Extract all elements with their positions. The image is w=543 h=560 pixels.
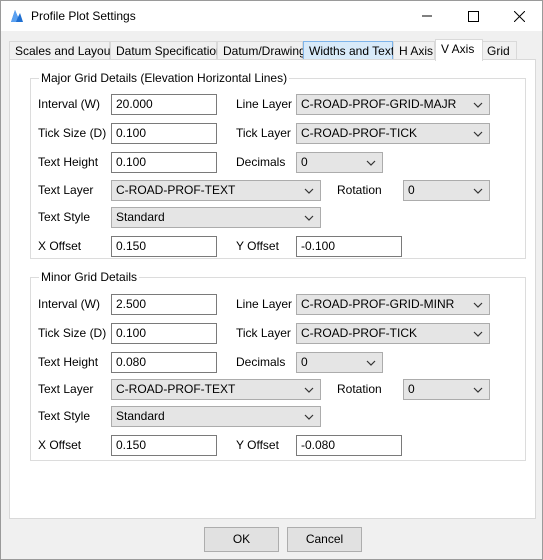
major-x-offset-label: X Offset [38,239,82,253]
chevron-down-icon [366,360,376,366]
major-interval-field[interactable]: 20.000 [111,94,217,115]
chevron-down-icon [473,131,483,137]
major-text-layer-select[interactable]: C-ROAD-PROF-TEXT [111,180,321,201]
chevron-down-icon [366,160,376,166]
minor-tick-layer-value: C-ROAD-PROF-TICK [301,326,417,340]
minor-decimals-value: 0 [301,355,308,369]
minor-line-layer-label: Line Layer [236,297,293,311]
tab-grid[interactable]: Grid [481,41,517,60]
minor-grid-group: Minor Grid Details Interval (W) 2.500 Li… [30,270,526,461]
chevron-down-icon [473,387,483,393]
tab-panel-v-axis: Major Grid Details (Elevation Horizontal… [9,59,536,519]
major-decimals-select[interactable]: 0 [296,152,383,173]
maximize-button[interactable] [450,1,496,31]
chevron-down-icon [473,188,483,194]
minor-grid-legend: Minor Grid Details [39,270,140,284]
minor-rotation-value: 0 [408,382,415,396]
tab-v-axis[interactable]: V Axis [435,39,483,61]
chevron-down-icon [304,387,314,393]
minor-rotation-label: Rotation [337,382,382,396]
close-icon [513,10,525,22]
minor-text-style-value: Standard [116,409,165,423]
tab-h-axis[interactable]: H Axis [393,41,435,60]
chevron-down-icon [473,302,483,308]
major-text-layer-label: Text Layer [38,183,94,197]
tab-scales-and-layout[interactable]: Scales and Layout [9,41,114,60]
major-y-offset-label: Y Offset [236,239,279,253]
major-interval-label: Interval (W) [38,97,101,111]
major-x-offset-field[interactable]: 0.150 [111,236,217,257]
major-tick-size-label: Tick Size (D) [38,126,107,140]
minor-line-layer-select[interactable]: C-ROAD-PROF-GRID-MINR [296,294,490,315]
title-bar: Profile Plot Settings [1,1,542,31]
major-line-layer-value: C-ROAD-PROF-GRID-MAJR [301,97,457,111]
major-text-style-select[interactable]: Standard [111,207,321,228]
major-decimals-value: 0 [301,155,308,169]
major-grid-legend: Major Grid Details (Elevation Horizontal… [39,71,290,85]
minor-interval-label: Interval (W) [38,297,101,311]
major-line-layer-select[interactable]: C-ROAD-PROF-GRID-MAJR [296,94,490,115]
major-rotation-select[interactable]: 0 [403,180,490,201]
major-text-style-value: Standard [116,210,165,224]
major-line-layer-label: Line Layer [236,97,293,111]
minor-tick-size-label: Tick Size (D) [38,326,107,340]
minor-interval-field[interactable]: 2.500 [111,294,217,315]
tab-widths-and-text[interactable]: Widths and Text [303,41,394,60]
minor-tick-layer-select[interactable]: C-ROAD-PROF-TICK [296,323,490,344]
minor-text-layer-label: Text Layer [38,382,94,396]
minor-tick-size-field[interactable]: 0.100 [111,323,217,344]
maximize-icon [467,10,479,22]
major-tick-layer-label: Tick Layer [236,126,291,140]
chevron-down-icon [473,102,483,108]
chevron-down-icon [473,331,483,337]
minor-decimals-select[interactable]: 0 [296,352,383,373]
minor-decimals-label: Decimals [236,355,286,369]
cancel-button[interactable]: Cancel [287,527,362,552]
app-logo-icon [9,8,25,24]
major-text-style-label: Text Style [38,210,91,224]
minor-text-layer-select[interactable]: C-ROAD-PROF-TEXT [111,379,321,400]
window-title: Profile Plot Settings [31,9,136,23]
major-tick-size-field[interactable]: 0.100 [111,123,217,144]
minimize-button[interactable] [404,1,450,31]
minor-line-layer-value: C-ROAD-PROF-GRID-MINR [301,297,455,311]
minor-text-layer-value: C-ROAD-PROF-TEXT [116,382,236,396]
major-grid-group: Major Grid Details (Elevation Horizontal… [30,71,526,259]
major-rotation-value: 0 [408,183,415,197]
tab-datum-drawing[interactable]: Datum/Drawing [217,41,306,60]
minor-text-height-label: Text Height [38,355,99,369]
minor-text-style-label: Text Style [38,409,91,423]
minor-tick-layer-label: Tick Layer [236,326,291,340]
major-decimals-label: Decimals [236,155,286,169]
chevron-down-icon [304,215,314,221]
minor-y-offset-field[interactable]: -0.080 [296,435,402,456]
close-button[interactable] [496,1,542,31]
minor-x-offset-field[interactable]: 0.150 [111,435,217,456]
minor-text-height-field[interactable]: 0.080 [111,352,217,373]
major-text-height-label: Text Height [38,155,99,169]
minimize-icon [422,15,432,17]
ok-button[interactable]: OK [204,527,279,552]
minor-x-offset-label: X Offset [38,438,82,452]
major-text-layer-value: C-ROAD-PROF-TEXT [116,183,236,197]
chevron-down-icon [304,188,314,194]
minor-y-offset-label: Y Offset [236,438,279,452]
major-rotation-label: Rotation [337,183,382,197]
minor-text-style-select[interactable]: Standard [111,406,321,427]
major-text-height-field[interactable]: 0.100 [111,152,217,173]
major-tick-layer-value: C-ROAD-PROF-TICK [301,126,417,140]
tab-datum-specification[interactable]: Datum Specification [110,41,223,60]
major-tick-layer-select[interactable]: C-ROAD-PROF-TICK [296,123,490,144]
dialog-window: Profile Plot Settings Scales and Layout … [0,0,543,560]
chevron-down-icon [304,414,314,420]
major-y-offset-field[interactable]: -0.100 [296,236,402,257]
minor-rotation-select[interactable]: 0 [403,379,490,400]
